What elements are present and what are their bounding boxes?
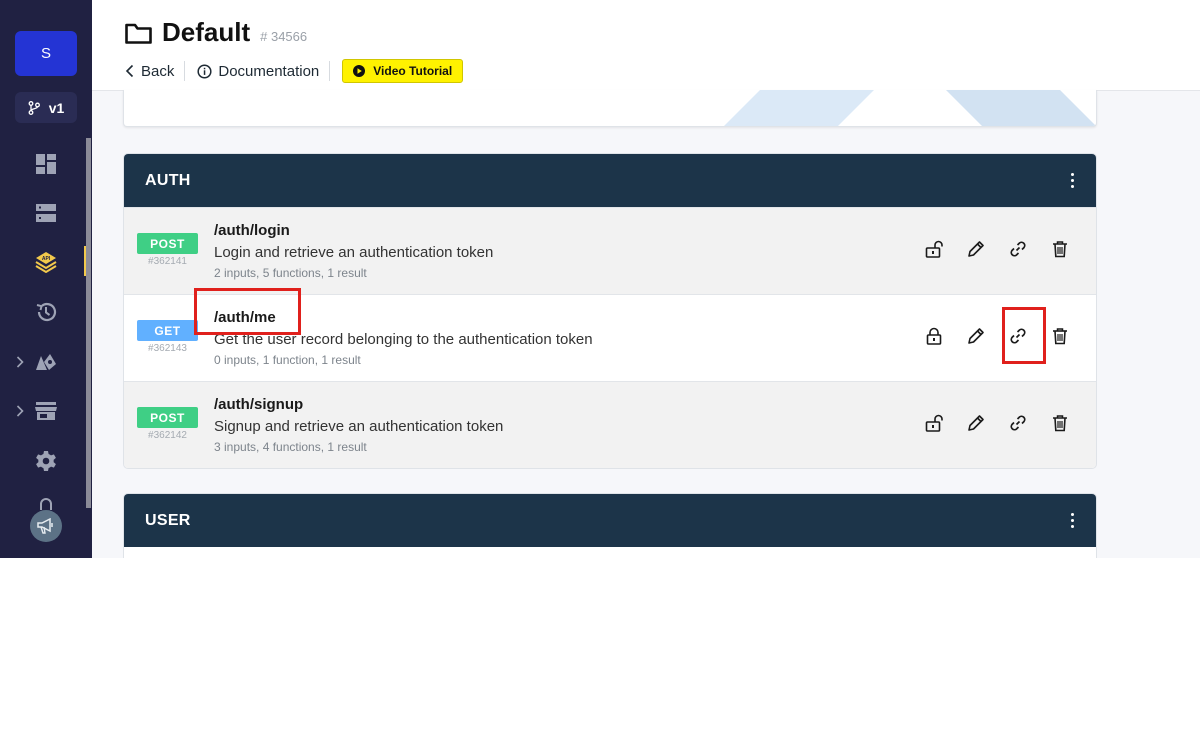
sidebar: S v1 API [0, 0, 92, 558]
endpoint-actions [924, 325, 1070, 347]
highlight-box-link-icon [1002, 307, 1046, 364]
trash-icon[interactable] [1050, 412, 1070, 434]
endpoint-path[interactable]: /auth/login [214, 222, 290, 239]
endpoint-id: #362143 [148, 343, 187, 354]
section-menu-icon[interactable] [1062, 171, 1082, 191]
section-header: AUTH [124, 154, 1096, 207]
edit-pencil-icon[interactable] [966, 325, 986, 347]
endpoint-row[interactable]: POST #362142 /auth/signup Signup and ret… [124, 381, 1096, 468]
play-icon [353, 65, 366, 77]
page-header: Default # 34566 Back Documentation Video… [92, 0, 1200, 91]
highlight-box-endpoint-path [194, 288, 301, 335]
sidebar-item-settings[interactable] [33, 448, 59, 474]
section-menu-icon[interactable] [1062, 511, 1082, 531]
history-icon [36, 302, 57, 322]
section-title: AUTH [145, 171, 191, 189]
chevron-right-icon[interactable] [14, 404, 26, 418]
endpoint-description: Login and retrieve an authentication tok… [214, 244, 494, 261]
sidebar-scrollbar[interactable] [86, 138, 91, 508]
documentation-link[interactable]: Documentation [197, 63, 329, 80]
announcement-button[interactable] [30, 510, 62, 542]
database-icon [36, 204, 56, 222]
trash-icon[interactable] [1050, 325, 1070, 347]
endpoint-row[interactable]: POST #362141 /auth/login Login and retri… [124, 207, 1096, 294]
link-icon[interactable] [1008, 412, 1028, 434]
branch-selector[interactable]: v1 [15, 92, 77, 123]
info-banner-card [123, 90, 1097, 127]
endpoint-actions [924, 238, 1070, 260]
method-badge: POST [137, 407, 198, 428]
section-title: USER [145, 511, 191, 529]
avatar-initial: S [40, 45, 51, 62]
chevron-right-icon[interactable] [14, 355, 26, 369]
method-badge: GET [137, 320, 198, 341]
lock-icon [40, 498, 52, 510]
addons-icon [36, 354, 56, 370]
section-user: USER [123, 493, 1097, 558]
lock-icon[interactable] [924, 325, 944, 347]
page-title: Default [162, 17, 251, 47]
sidebar-item-history[interactable] [33, 299, 59, 325]
gear-icon [36, 451, 56, 471]
toolbar-divider [329, 61, 331, 81]
documentation-label: Documentation [218, 62, 320, 80]
back-button[interactable]: Back [125, 63, 184, 80]
sidebar-item-addons[interactable] [33, 349, 59, 375]
trash-icon[interactable] [1050, 238, 1070, 260]
endpoint-meta: 3 inputs, 4 functions, 1 result [214, 440, 367, 454]
info-icon [197, 63, 212, 79]
endpoint-id: #362141 [148, 256, 187, 267]
back-label: Back [141, 62, 175, 80]
endpoint-path[interactable]: /auth/signup [214, 396, 303, 413]
video-tutorial-button[interactable]: Video Tutorial [342, 59, 464, 83]
endpoint-description: Signup and retrieve an authentication to… [214, 418, 504, 435]
header-toolbar: Back Documentation Video Tutorial [125, 59, 464, 83]
endpoint-id: #362142 [148, 430, 187, 441]
app-window: S v1 API Default # 34566 Back Documentat… [0, 0, 1200, 558]
section-header: USER [124, 494, 1096, 547]
unlock-icon[interactable] [924, 412, 944, 434]
edit-pencil-icon[interactable] [966, 412, 986, 434]
branch-label: v1 [48, 99, 65, 116]
link-icon[interactable] [1008, 238, 1028, 260]
dashboard-icon [36, 154, 56, 174]
sidebar-item-api[interactable]: API [33, 249, 59, 275]
banner-decoration [724, 90, 1096, 126]
endpoint-actions [924, 412, 1070, 434]
workspace-avatar[interactable]: S [15, 31, 77, 76]
toolbar-divider [184, 61, 186, 81]
workspace-id: # 34566 [260, 29, 308, 44]
chevron-left-icon [125, 64, 134, 78]
marketplace-icon [35, 402, 57, 420]
svg-text:API: API [42, 256, 51, 262]
api-icon: API [35, 252, 57, 273]
edit-pencil-icon[interactable] [966, 238, 986, 260]
unlock-icon[interactable] [924, 238, 944, 260]
endpoint-meta: 2 inputs, 5 functions, 1 result [214, 266, 367, 280]
sidebar-item-database[interactable] [33, 200, 59, 226]
branch-icon [28, 100, 40, 115]
folder-icon [125, 23, 152, 44]
video-tutorial-label: Video Tutorial [373, 64, 453, 78]
sidebar-item-marketplace[interactable] [33, 398, 59, 424]
sidebar-item-dashboard[interactable] [33, 151, 59, 177]
method-badge: POST [137, 233, 198, 254]
endpoint-meta: 0 inputs, 1 function, 1 result [214, 353, 361, 367]
megaphone-icon [37, 518, 53, 534]
